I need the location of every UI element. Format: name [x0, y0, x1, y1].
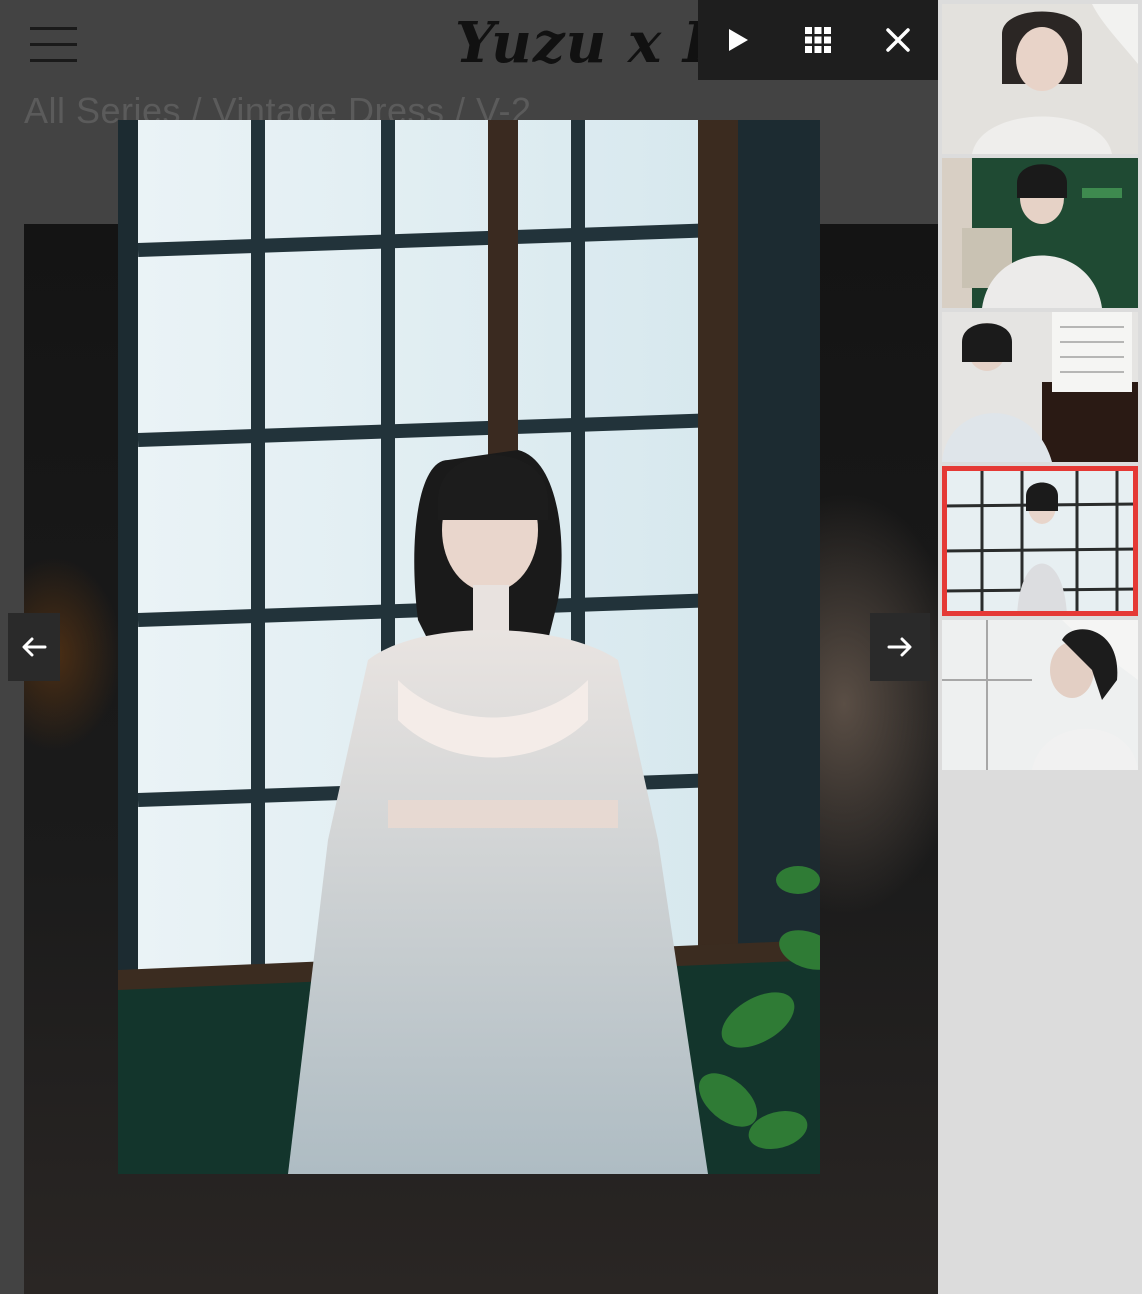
arrow-left-icon: [22, 637, 47, 657]
photo-window-scene: [118, 120, 820, 1174]
play-button[interactable]: [698, 0, 778, 80]
menu-icon[interactable]: [30, 27, 77, 63]
thumb-profile[interactable]: [942, 620, 1138, 770]
prev-button[interactable]: [8, 613, 60, 681]
arrow-right-icon: [887, 637, 912, 657]
play-icon: [729, 29, 748, 51]
close-icon: [886, 28, 910, 52]
active-thumbnail-highlight: [942, 466, 1138, 616]
thumb-piano[interactable]: [942, 312, 1138, 462]
grid-button[interactable]: [778, 0, 858, 80]
close-button[interactable]: [858, 0, 938, 80]
lightbox-toolbar: [698, 0, 938, 80]
next-button[interactable]: [870, 613, 930, 681]
lightbox-main-photo: [118, 120, 820, 1174]
thumb-portrait-lace[interactable]: [942, 4, 1138, 154]
thumb-green-room[interactable]: [942, 158, 1138, 308]
grid-icon: [805, 27, 831, 53]
